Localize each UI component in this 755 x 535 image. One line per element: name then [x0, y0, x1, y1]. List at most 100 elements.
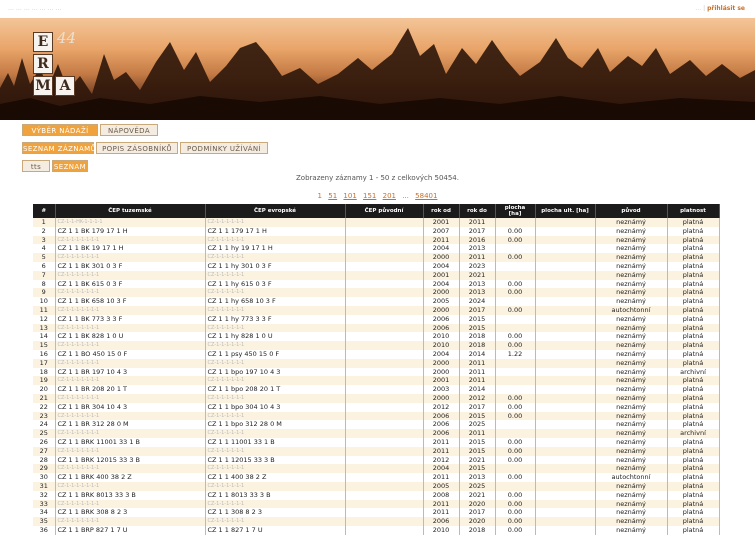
table-cell — [535, 261, 596, 271]
page-link[interactable]: 101 — [343, 192, 356, 200]
table-row[interactable]: 5 CZ-1-1-1-1-1-1-1 CZ-1-1-1-1-1-1 2000 2011 0… — [33, 253, 720, 262]
table-cell — [345, 525, 424, 535]
table-row[interactable]: 2 CZ 1 1 BK 179 17 1 H CZ 1 1 179 17 1 H 20… — [33, 226, 720, 236]
table-row[interactable]: 19 CZ-1-1-1-1-1-1-1 CZ-1-1-1-1-1-1 2001 2011… — [33, 376, 720, 386]
table-cell — [535, 323, 596, 333]
forest-silhouette — [0, 28, 755, 120]
tab-view-tts[interactable]: tts — [22, 160, 50, 172]
col-header[interactable]: platnost — [667, 204, 720, 218]
table-row[interactable]: 10 CZ 1 1 BK 658 10 3 F CZ 1 1 hy 658 10 3… — [33, 297, 720, 306]
tab-napoveda[interactable]: NÁPOVĚDA — [100, 124, 158, 136]
table-row[interactable]: 34 CZ 1 1 BRK 308 8 2 3 CZ 1 1 308 8 2 3 20… — [33, 508, 720, 518]
table-cell: neznámý — [595, 323, 668, 333]
table-cell — [345, 314, 424, 324]
table-cell: 2017 — [459, 508, 496, 518]
table-cell — [345, 420, 424, 430]
table-row[interactable]: 15 CZ-1-1-1-1-1-1-1 CZ-1-1-1-1-1-1 2010 2018… — [33, 341, 720, 350]
table-cell: CZ 1 1 BRK 11001 33 1 B — [55, 437, 206, 447]
table-row[interactable]: 18 CZ 1 1 BR 197 10 4 3 CZ 1 1 bpo 197 10 … — [33, 367, 720, 377]
table-cell: 2018 — [459, 341, 496, 350]
tab-popis-zasobniku[interactable]: POPIS ZÁSOBNÍKŮ — [96, 142, 178, 154]
table-row[interactable]: 32 CZ 1 1 BRK 8013 33 3 B CZ 1 1 8013 33 3… — [33, 490, 720, 500]
table-cell: 2011 — [459, 376, 496, 386]
top-bar-left-text: … … … … … … … — [8, 5, 62, 12]
table-cell — [535, 367, 596, 377]
table-row[interactable]: 6 CZ 1 1 BK 301 0 3 F CZ 1 1 hy 301 0 3 F 2… — [33, 261, 720, 271]
col-header[interactable]: ČEP původní — [345, 204, 424, 218]
table-cell: CZ-1-1-1-1-1-1-1 — [55, 446, 206, 456]
table-row[interactable]: 11 CZ-1-1-1-1-1-1-1 CZ-1-1-1-1-1-1 2000 2017… — [33, 305, 720, 315]
table-row[interactable]: 12 CZ 1 1 BK 773 3 3 F CZ 1 1 hy 773 3 3 F… — [33, 314, 720, 324]
col-header[interactable]: rok do — [459, 204, 496, 218]
table-cell: 16 — [33, 349, 56, 359]
page-link-last[interactable]: 58401 — [415, 192, 437, 200]
table-row[interactable]: 17 CZ-1-1-1-1-1-1-1 CZ-1-1-1-1-1-1 2000 2011… — [33, 358, 720, 368]
table-cell: CZ 1 1 hy 658 10 3 F — [205, 297, 346, 306]
table-row[interactable]: 25 CZ-1-1-1-1-1-1-1 CZ-1-1-1-1-1-1 2006 2011… — [33, 429, 720, 438]
erma-logo: E R M A 44 — [33, 29, 77, 102]
page-link[interactable]: 51 — [328, 192, 337, 200]
col-header[interactable]: plocha [ha] — [495, 204, 536, 218]
col-header[interactable]: ČEP evropské — [205, 204, 346, 218]
table-row[interactable]: 3 CZ-1-1-1-1-1-1-1 CZ-1-1-1-1-1-1 2011 2016 0… — [33, 235, 720, 245]
table-cell: 12 — [33, 314, 56, 324]
table-row[interactable]: 35 CZ-1-1-1-1-1-1-1 CZ-1-1-1-1-1-1 2006 2020… — [33, 517, 720, 526]
table-row[interactable]: 16 CZ 1 1 BO 450 15 0 F CZ 1 1 psy 450 15 … — [33, 349, 720, 359]
table-row[interactable]: 29 CZ-1-1-1-1-1-1-1 CZ-1-1-1-1-1-1 2004 2015… — [33, 464, 720, 474]
table-cell: CZ-1-1-1-1-1-1 — [205, 253, 346, 262]
table-row[interactable]: 8 CZ 1 1 BK 615 0 3 F CZ 1 1 hy 615 0 3 F 2… — [33, 279, 720, 289]
table-cell — [495, 297, 536, 306]
col-header[interactable]: rok od — [423, 204, 460, 218]
table-row[interactable]: 21 CZ-1-1-1-1-1-1-1 CZ-1-1-1-1-1-1 2000 2012… — [33, 393, 720, 403]
table-cell: CZ 1 1 BR 208 20 1 T — [55, 385, 206, 394]
table-row[interactable]: 36 CZ 1 1 BRP 827 1 7 U CZ 1 1 827 1 7 U 20… — [33, 525, 720, 535]
table-cell: 0.00 — [495, 393, 536, 403]
table-row[interactable]: 24 CZ 1 1 BR 312 28 0 M CZ 1 1 bpo 312 28 … — [33, 420, 720, 430]
table-cell: platná — [667, 218, 720, 227]
table-cell: 2013 — [459, 473, 496, 482]
table-cell: 0.00 — [495, 525, 536, 535]
table-cell: 2013 — [459, 244, 496, 254]
table-row[interactable]: 20 CZ 1 1 BR 208 20 1 T CZ 1 1 bpo 208 20 … — [33, 385, 720, 394]
page-link[interactable]: 1 — [318, 192, 322, 200]
table-row[interactable]: 9 CZ-1-1-1-1-1-1-1 CZ-1-1-1-1-1-1 2000 2013 0… — [33, 288, 720, 298]
table-cell: neznámý — [595, 244, 668, 254]
table-cell: 23 — [33, 411, 56, 421]
table-row[interactable]: 33 CZ-1-1-1-1-1-1-1 CZ-1-1-1-1-1-1 2011 2020… — [33, 499, 720, 509]
col-header[interactable]: původ — [595, 204, 668, 218]
table-row[interactable]: 14 CZ 1 1 BK 828 1 0 U CZ 1 1 hy 828 1 0 U… — [33, 332, 720, 342]
page-link[interactable]: 151 — [363, 192, 376, 200]
table-cell: neznámý — [595, 367, 668, 377]
table-row[interactable]: 27 CZ-1-1-1-1-1-1-1 CZ-1-1-1-1-1-1 2011 2015… — [33, 446, 720, 456]
table-row[interactable]: 31 CZ-1-1-1-1-1-1-1 CZ-1-1-1-1-1-1 2005 2025… — [33, 481, 720, 491]
table-cell: CZ-1-1-1-1-1-1-1 — [55, 464, 206, 474]
table-cell: CZ 1 1 BRK 400 38 2 Z — [55, 473, 206, 482]
table-row[interactable]: 23 CZ-1-1-1-1-1-1-1 CZ-1-1-1-1-1-1 2006 2015… — [33, 411, 720, 421]
table-cell — [345, 464, 424, 474]
tab-view-seznam[interactable]: SEZNAM — [52, 160, 88, 172]
table-cell: 2012 — [423, 455, 460, 465]
table-row[interactable]: 7 CZ-1-1-1-1-1-1-1 CZ-1-1-1-1-1-1 2001 2021 n… — [33, 270, 720, 280]
table-cell: 10 — [33, 297, 56, 306]
table-row[interactable]: 26 CZ 1 1 BRK 11001 33 1 B CZ 1 1 11001 33… — [33, 437, 720, 447]
table-row[interactable]: 13 CZ-1-1-1-1-1-1-1 CZ-1-1-1-1-1-1 2006 2015… — [33, 323, 720, 333]
col-header[interactable]: ČEP tuzemské — [55, 204, 206, 218]
table-cell: 0.00 — [495, 253, 536, 262]
table-row[interactable]: 4 CZ 1 1 BK 19 17 1 H CZ 1 1 hy 19 17 1 H 2… — [33, 244, 720, 254]
login-link[interactable]: přihlásit se — [707, 5, 745, 12]
tab-seznam-zaznamu[interactable]: SEZNAM ZÁZNAMŮ — [22, 142, 96, 154]
table-cell: 2012 — [459, 393, 496, 403]
table-row[interactable]: 1 CZ-1-1-HK-1-1-1-1 CZ-1-1-1-1-1-1 2001 2011… — [33, 218, 720, 227]
table-row[interactable]: 30 CZ 1 1 BRK 400 38 2 Z CZ 1 1 400 38 2 Z… — [33, 473, 720, 482]
col-header[interactable]: plocha ult. [ha] — [535, 204, 596, 218]
table-row[interactable]: 28 CZ 1 1 BRK 12015 33 3 B CZ 1 1 12015 33… — [33, 455, 720, 465]
table-cell: 2004 — [423, 464, 460, 474]
tab-podminky-uzivani[interactable]: PODMÍNKY UŽÍVÁNÍ — [180, 142, 268, 154]
page-link[interactable]: 201 — [383, 192, 396, 200]
user-text: … — [695, 5, 702, 12]
table-row[interactable]: 22 CZ 1 1 BR 304 10 4 3 CZ 1 1 bpo 304 10 … — [33, 402, 720, 412]
table-cell — [495, 323, 536, 333]
tab-vyber-nadazi[interactable]: VÝBĚR NÁDAŽÍ — [22, 124, 98, 136]
col-header[interactable]: # — [33, 204, 56, 218]
table-cell — [535, 305, 596, 315]
